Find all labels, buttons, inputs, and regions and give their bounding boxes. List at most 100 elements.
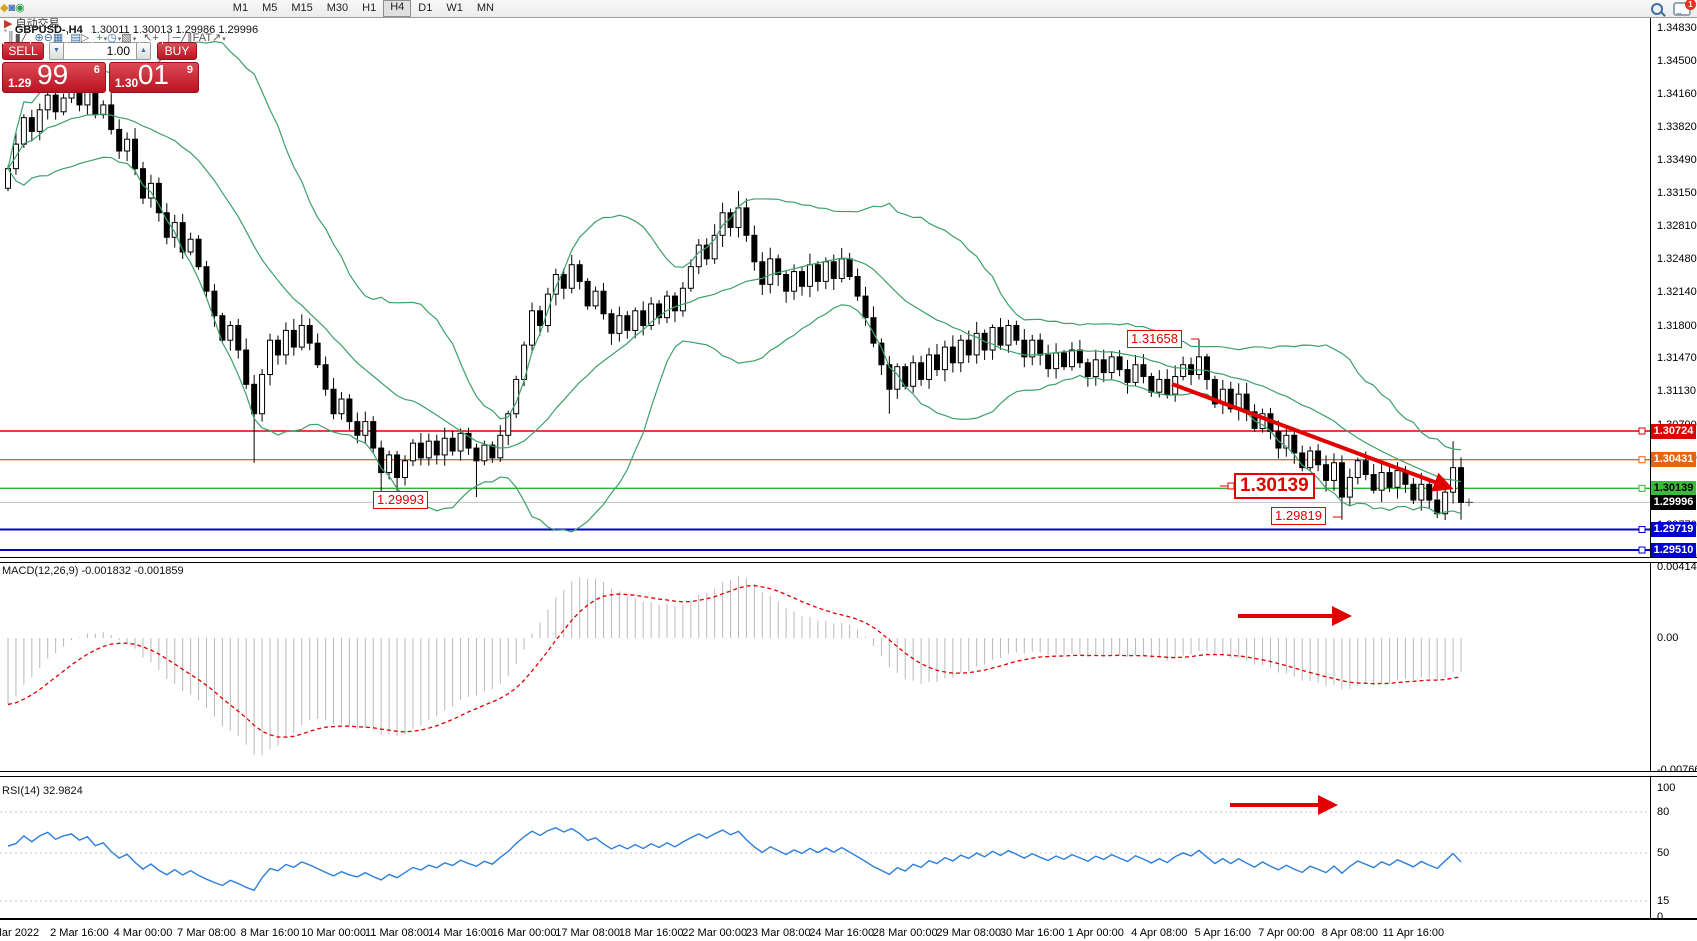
price-tick: 1.33820 — [1657, 121, 1697, 133]
date-label: 7 Apr 00:00 — [1258, 927, 1314, 939]
annotation-low-1.29819[interactable]: 1.29819 — [1271, 507, 1326, 525]
date-label: 8 Apr 08:00 — [1322, 927, 1378, 939]
timeframe-toolbar: M1M5M15M30H1H4D1W1MN — [226, 0, 501, 17]
date-label: 18 Mar 16:00 — [619, 927, 684, 939]
toolbar-separator — [162, 32, 163, 44]
timeframe-mn[interactable]: MN — [470, 1, 501, 16]
date-label: Mar 2022 — [0, 927, 39, 939]
timeframe-w1[interactable]: W1 — [439, 1, 470, 16]
bar-chart-icon[interactable]: ║ — [7, 32, 15, 44]
main-chart-pane[interactable] — [0, 18, 1650, 557]
bid-price-pips: 99 — [37, 59, 68, 91]
price-level-label: 1.30139 — [1651, 481, 1696, 496]
timeframe-h4[interactable]: H4 — [383, 0, 411, 17]
zoom-in-icon[interactable]: ⊕ — [34, 32, 43, 44]
date-label: 5 Apr 16:00 — [1195, 927, 1251, 939]
date-label: 2 Mar 16:00 — [50, 927, 109, 939]
price-tick: 1.33490 — [1657, 154, 1697, 166]
timeframe-d1[interactable]: D1 — [411, 1, 439, 16]
toolbar-right: 1 — [1651, 1, 1691, 16]
bid-price-major: 1.29 — [8, 76, 31, 90]
price-tick: 1.32480 — [1657, 253, 1697, 265]
toolbar-separator — [139, 32, 140, 44]
price-level-label: 1.29996 — [1651, 495, 1696, 510]
rsi-tick: 80 — [1657, 806, 1669, 818]
timeframe-m5[interactable]: M5 — [255, 1, 284, 16]
rsi-indicator-label: RSI(14) 32.9824 — [2, 785, 83, 797]
date-label: 30 Mar 16:00 — [1000, 927, 1065, 939]
price-level-label: 1.30431 — [1651, 452, 1696, 467]
price-tick: 1.33150 — [1657, 187, 1697, 199]
notifications-icon[interactable]: 1 — [1673, 2, 1691, 16]
toolbar-separator — [92, 32, 93, 44]
timeframe-h1[interactable]: H1 — [355, 1, 383, 16]
arrange-windows-icon[interactable]: ▤ — [70, 32, 80, 44]
tile-windows-icon[interactable]: ▦ — [53, 32, 63, 44]
timeframe-m1[interactable]: M1 — [226, 1, 255, 16]
date-label: 17 Mar 08:00 — [555, 927, 620, 939]
price-level-label: 1.29510 — [1651, 543, 1696, 558]
date-label: 1 Apr 00:00 — [1068, 927, 1124, 939]
auto-trading-button-icon: ▶ — [4, 17, 12, 30]
arrows-icon[interactable]: ↗▾ — [212, 32, 226, 44]
pane-splitter[interactable] — [0, 771, 1697, 777]
price-tick: 1.32810 — [1657, 220, 1697, 232]
zoom-out-icon[interactable]: ⊖ — [44, 32, 53, 44]
annotation-support-1.30139[interactable]: 1.30139 — [1234, 473, 1315, 499]
date-label: 7 Mar 08:00 — [177, 927, 236, 939]
toolbar-separator — [3, 32, 4, 44]
periodicity-icon[interactable]: ◷▾ — [107, 32, 121, 44]
signals-icon[interactable]: ◉ — [15, 2, 25, 14]
bid-price-point: 6 — [94, 64, 100, 76]
ask-price-major: 1.30 — [115, 76, 138, 90]
new-order-button[interactable]: ▥新订单 — [0, 0, 226, 1]
price-tick: 1.31130 — [1657, 385, 1696, 397]
price-tick: 1.31470 — [1657, 352, 1697, 364]
templates-icon[interactable]: ▧▾ — [121, 32, 136, 44]
price-level-label: 1.29719 — [1651, 522, 1696, 537]
line-chart-icon[interactable]: ╱ — [21, 32, 28, 44]
mt4-terminal: { "toolbar": { "new_order_label": "新订单",… — [0, 0, 1697, 941]
rsi-tick: 100 — [1657, 782, 1675, 794]
notification-badge: 1 — [1685, 0, 1696, 10]
ask-price-point: 9 — [187, 64, 193, 76]
annotation-swinglow-1.29993[interactable]: 1.29993 — [373, 491, 428, 509]
vertical-line-icon[interactable]: │ — [166, 32, 173, 44]
date-label: 29 Mar 08:00 — [936, 927, 1001, 939]
price-axis[interactable]: 1.348301.345001.341601.338201.334901.331… — [1651, 18, 1697, 922]
date-label: 10 Mar 00:00 — [301, 927, 366, 939]
date-label: 14 Mar 16:00 — [428, 927, 493, 939]
price-tick: 1.34830 — [1657, 22, 1697, 34]
timeframe-m15[interactable]: M15 — [284, 1, 319, 16]
date-label: 8 Mar 16:00 — [241, 927, 300, 939]
date-label: 11 Apr 16:00 — [1383, 927, 1445, 939]
toolbar-buttons: ▤▥新订单◆◙◉▶自动交易║▮╱⊕⊖▦▤▷+▾◷▾▧▾↖+│─╱∥FAT↗▾ — [0, 0, 226, 47]
timeframe-m30[interactable]: M30 — [320, 1, 355, 16]
horizontal-line-icon[interactable]: ─ — [173, 32, 181, 44]
auto-trading-button[interactable]: ▶自动交易 — [0, 16, 226, 31]
date-label: 4 Mar 00:00 — [114, 927, 173, 939]
auto-trading-button-label: 自动交易 — [15, 15, 59, 31]
time-axis[interactable]: Mar 2022 2 Mar 16:00 4 Mar 00:00 7 Mar 08:0… — [0, 922, 1697, 941]
date-label: 24 Mar 16:00 — [809, 927, 874, 939]
toolbar-separator — [66, 32, 67, 44]
crosshair-icon[interactable]: + — [152, 32, 158, 44]
annotation-high-1.31658[interactable]: 1.31658 — [1127, 330, 1182, 348]
pane-splitter — [0, 918, 1697, 922]
macd-pane[interactable] — [0, 562, 1650, 772]
pane-splitter[interactable] — [0, 557, 1697, 563]
search-icon[interactable] — [1651, 3, 1663, 15]
bid-price-tile[interactable]: 1.29 99 6 — [2, 62, 106, 93]
date-label: 22 Mar 00:00 — [682, 927, 747, 939]
toolbar: ▤▥新订单◆◙◉▶自动交易║▮╱⊕⊖▦▤▷+▾◷▾▧▾↖+│─╱∥FAT↗▾ M… — [0, 0, 1697, 18]
chart-shift-icon[interactable]: ▷ — [81, 32, 89, 44]
date-label: 28 Mar 00:00 — [873, 927, 938, 939]
date-label: 16 Mar 00:00 — [492, 927, 557, 939]
ask-price-tile[interactable]: 1.30 01 9 — [109, 62, 199, 93]
date-label: 4 Apr 08:00 — [1131, 927, 1187, 939]
date-label: 23 Mar 08:00 — [746, 927, 811, 939]
dropdown-caret-icon: ▾ — [222, 36, 226, 43]
add-indicator-icon[interactable]: +▾ — [96, 32, 107, 44]
rsi-pane[interactable] — [0, 776, 1650, 920]
price-tick: 1.34500 — [1657, 55, 1697, 67]
